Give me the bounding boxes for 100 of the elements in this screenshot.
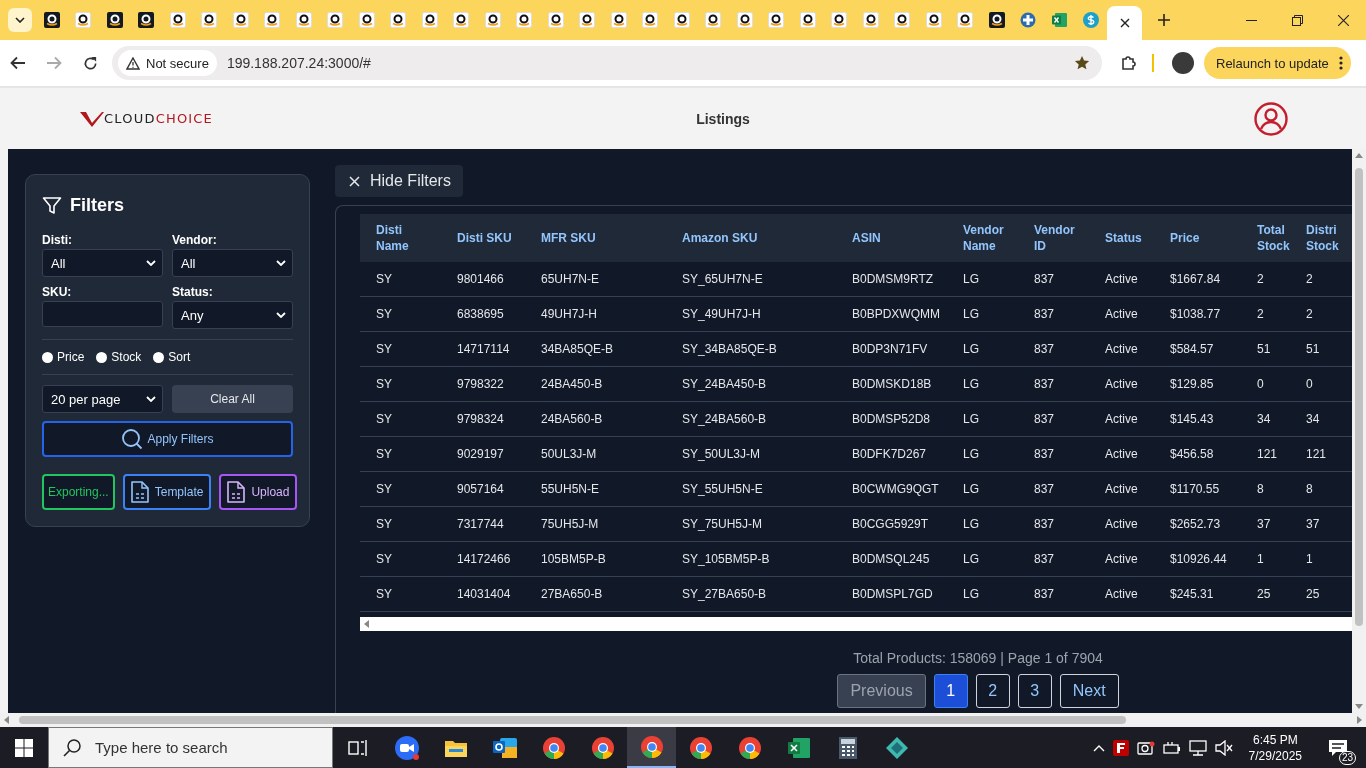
security-chip[interactable]: Not secure xyxy=(118,50,217,76)
radio-label[interactable]: Price xyxy=(57,350,85,364)
table-cell: B0BPDXWQMM xyxy=(836,296,947,332)
table-cell: SY xyxy=(360,576,441,612)
table-cell: 14172466 xyxy=(441,541,525,577)
table-cell: 51 xyxy=(1241,331,1302,367)
column-header[interactable]: Disti SKU xyxy=(441,214,525,262)
export-button[interactable]: Exporting... xyxy=(42,474,115,510)
select-field[interactable]: Any xyxy=(172,301,293,329)
page-button[interactable]: 3 xyxy=(1017,674,1052,708)
battery-icon[interactable] xyxy=(1162,740,1181,755)
plus-icon[interactable] xyxy=(1157,13,1171,27)
radio-label[interactable]: Stock xyxy=(111,350,142,364)
chevron-down-icon xyxy=(15,17,25,23)
column-header[interactable]: Vendor ID xyxy=(1018,214,1089,262)
file-button[interactable]: Upload xyxy=(219,474,298,510)
restore-icon[interactable] xyxy=(1291,14,1303,26)
radio-button[interactable] xyxy=(42,351,53,363)
network-icon[interactable] xyxy=(1188,739,1207,756)
table-cell: $1667.84 xyxy=(1154,262,1241,297)
smile-icon xyxy=(75,12,92,28)
chevron-down-icon xyxy=(146,260,156,266)
chevron-up-icon[interactable] xyxy=(1092,743,1105,752)
minimize-icon[interactable] xyxy=(1245,19,1257,21)
close-icon[interactable] xyxy=(1337,14,1349,26)
table-cell: B0CWMG9QGT xyxy=(836,471,947,507)
relaunch-button[interactable]: Relaunch to update xyxy=(1204,47,1351,79)
table-cell: LG xyxy=(947,262,1018,297)
page-button[interactable]: 1 xyxy=(933,674,968,708)
column-header[interactable]: Vendor Name xyxy=(947,214,1018,262)
search-field[interactable]: Type here to search xyxy=(93,738,327,757)
radio-label[interactable]: Sort xyxy=(168,350,191,364)
mute-icon[interactable] xyxy=(1214,739,1233,756)
scrollbar[interactable] xyxy=(360,617,1352,631)
table-cell: SY xyxy=(360,262,441,297)
column-header[interactable]: MFR SKU xyxy=(525,214,666,262)
select-field[interactable]: All xyxy=(42,249,163,277)
input-field[interactable] xyxy=(42,301,163,327)
smile-icon xyxy=(736,12,753,28)
table-cell: 2 xyxy=(1302,296,1352,332)
star-icon[interactable] xyxy=(1074,55,1090,71)
clear-button[interactable]: Clear All xyxy=(172,385,293,413)
table-cell: $10926.44 xyxy=(1154,541,1241,577)
column-header[interactable]: Status xyxy=(1089,214,1154,262)
smile-icon xyxy=(43,12,60,28)
smile-icon xyxy=(138,12,155,28)
select-field[interactable]: All xyxy=(172,249,293,277)
puzzle-icon[interactable] xyxy=(1120,54,1138,72)
user-icon[interactable] xyxy=(1254,101,1288,136)
reload-icon[interactable] xyxy=(82,55,98,71)
mail-app-icon xyxy=(491,735,518,760)
column-header[interactable]: Amazon SKU xyxy=(666,214,836,262)
table-cell: LG xyxy=(947,471,1018,507)
table-cell: Active xyxy=(1089,401,1154,437)
filter-icon xyxy=(42,195,62,216)
column-header[interactable]: Distri Stock xyxy=(1302,214,1352,262)
table-cell: 25 xyxy=(1302,576,1352,612)
close-icon[interactable] xyxy=(1119,18,1130,28)
table-cell: B0DFK7D267 xyxy=(836,436,947,472)
table-cell: 837 xyxy=(1018,401,1089,437)
nav-link[interactable]: Listings xyxy=(400,110,1046,127)
radio-button[interactable] xyxy=(96,351,108,363)
cross-circle-icon xyxy=(1020,12,1037,28)
search-box[interactable]: Type here to search xyxy=(48,727,333,768)
table-cell: Active xyxy=(1089,436,1154,472)
hide-filters-button[interactable]: Hide Filters xyxy=(335,165,463,197)
smile-icon xyxy=(547,12,564,28)
table-cell: Active xyxy=(1089,576,1154,612)
column-header[interactable]: Total Stock xyxy=(1241,214,1302,262)
windows-icon[interactable] xyxy=(15,738,33,757)
table-cell: SY_50UL3J-M xyxy=(666,436,836,472)
document-icon xyxy=(227,481,246,503)
column-header[interactable]: Disti Name xyxy=(360,214,441,262)
table-cell: LG xyxy=(947,401,1018,437)
smile-icon xyxy=(610,12,627,28)
radio-button[interactable] xyxy=(153,351,165,363)
table-cell: Active xyxy=(1089,331,1154,367)
back-arrow-icon[interactable] xyxy=(10,56,26,70)
clock-time[interactable]: 6:45 PM xyxy=(1252,731,1298,748)
table-cell: 837 xyxy=(1018,331,1089,367)
file-button[interactable]: Template xyxy=(122,474,212,510)
clock-date[interactable]: 7/29/2025 xyxy=(1248,747,1302,764)
apply-button[interactable]: Apply Filters xyxy=(42,421,293,457)
ftp-app-icon[interactable] xyxy=(1112,739,1129,756)
page-button[interactable]: 2 xyxy=(975,674,1010,708)
table-cell: 37 xyxy=(1241,506,1302,542)
table-cell: B0DMSP52D8 xyxy=(836,401,947,437)
column-header[interactable]: ASIN xyxy=(836,214,947,262)
smile-icon xyxy=(421,12,438,28)
smile-icon xyxy=(862,12,879,28)
camera-icon[interactable] xyxy=(1136,739,1155,756)
avatar[interactable] xyxy=(1172,52,1194,74)
tab-search-button[interactable] xyxy=(8,8,32,32)
taskbar-button[interactable] xyxy=(627,727,676,768)
nav-button[interactable]: Next xyxy=(1059,674,1119,708)
select-field[interactable]: 20 per page xyxy=(42,385,163,413)
url-text[interactable]: 199.188.207.24:3000/# xyxy=(226,55,1074,71)
close-icon xyxy=(349,175,360,187)
smile-icon xyxy=(484,12,501,28)
column-header[interactable]: Price xyxy=(1154,214,1241,262)
